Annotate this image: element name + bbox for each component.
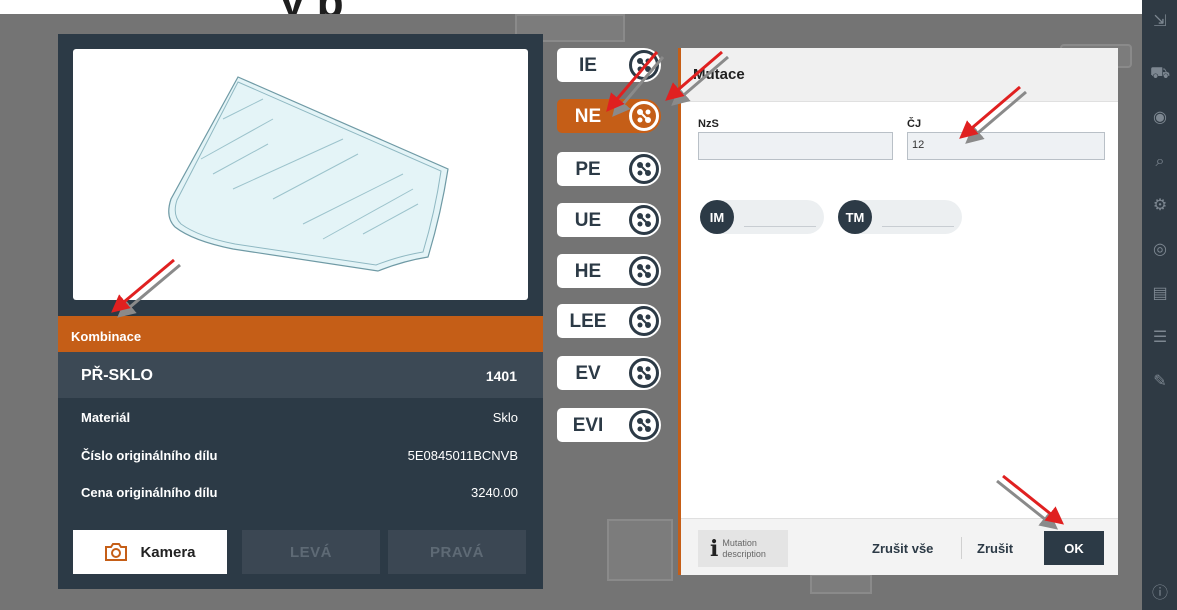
background-part <box>810 574 872 594</box>
car-icon[interactable]: ⛟ <box>1150 64 1170 84</box>
edit-icon[interactable]: ✎ <box>1150 372 1170 392</box>
tm-toggle-knob: TM <box>838 200 872 234</box>
search-icon[interactable]: ⌕ <box>1150 152 1170 172</box>
ok-button[interactable]: OK <box>1044 531 1104 565</box>
tab-ev[interactable]: EV <box>557 356 661 390</box>
mutation-description-label: Mutation description <box>722 538 766 560</box>
combination-label: Kombinace <box>58 316 543 352</box>
monitor-icon[interactable]: ▤ <box>1150 284 1170 304</box>
info-row-material: Materiál Sklo <box>81 410 518 430</box>
tab-ne[interactable]: NE <box>557 99 661 133</box>
tab-pe[interactable]: PE <box>557 152 661 186</box>
nzs-input[interactable] <box>698 132 893 160</box>
tm-toggle-line <box>882 226 954 227</box>
camera-icon <box>105 543 128 561</box>
camera-button[interactable]: Kamera <box>73 530 227 574</box>
right-toolbar: ⇲ ⛟ ◉ ⌕ ⚙ ◎ ▤ ☰ ✎ ⓘ <box>1142 0 1177 610</box>
cj-label: ČJ <box>907 118 922 130</box>
tab-label: EV <box>575 363 601 384</box>
windshield-illustration <box>168 76 449 272</box>
tab-label: EVI <box>572 415 604 436</box>
exit-icon[interactable]: ⇲ <box>1150 12 1170 32</box>
tab-label: LEE <box>569 311 607 332</box>
info-icon[interactable]: ⓘ <box>1150 584 1170 604</box>
mutation-description-line: Mutation <box>722 537 757 548</box>
im-toggle[interactable]: IM <box>700 200 824 234</box>
info-value: 5E0845011BCNVB <box>407 448 518 463</box>
part-header: PŘ-SKLO 1401 <box>58 352 543 398</box>
network-icon[interactable] <box>629 358 659 388</box>
dialog-footer: i Mutation description Zrušit vše Zrušit… <box>681 518 1118 575</box>
network-icon[interactable] <box>629 205 659 235</box>
list-icon[interactable]: ☰ <box>1150 328 1170 348</box>
info-value: 3240.00 <box>471 485 518 500</box>
network-icon[interactable] <box>629 101 659 131</box>
tab-lee[interactable]: LEE <box>557 304 661 338</box>
tab-he[interactable]: HE <box>557 254 661 288</box>
info-row-original-price: Cena originálního dílu 3240.00 <box>81 485 518 505</box>
network-icon[interactable] <box>629 256 659 286</box>
info-label: Materiál <box>81 410 131 425</box>
background-part <box>607 519 673 581</box>
settings-icon[interactable]: ⚙ <box>1150 196 1170 216</box>
top-bar: y p <box>0 0 1177 27</box>
info-row-original-number: Číslo originálního dílu 5E0845011BCNVB <box>81 448 518 468</box>
info-value: Sklo <box>492 410 518 425</box>
cancel-all-button[interactable]: Zrušit vše <box>872 541 933 556</box>
tab-label: IE <box>579 55 597 76</box>
network-icon[interactable] <box>629 410 659 440</box>
camera-button-label: Kamera <box>140 543 196 561</box>
im-toggle-line <box>744 226 816 227</box>
tab-evi[interactable]: EVI <box>557 408 661 442</box>
footer-divider <box>961 537 962 559</box>
tm-toggle[interactable]: TM <box>838 200 962 234</box>
damage-icon[interactable]: ◉ <box>1150 108 1170 128</box>
part-detail-panel: Kombinace PŘ-SKLO 1401 Materiál Sklo Čís… <box>58 34 543 589</box>
tab-label: UE <box>574 210 602 231</box>
im-toggle-knob: IM <box>700 200 734 234</box>
dialog-header: Mutace <box>681 48 1118 102</box>
info-label: Cena originálního dílu <box>81 485 218 500</box>
network-icon[interactable] <box>629 50 659 80</box>
nzs-label: NzS <box>698 118 719 130</box>
tab-label: NE <box>574 106 602 127</box>
part-name: PŘ-SKLO <box>81 367 153 384</box>
network-icon[interactable] <box>629 306 659 336</box>
tab-ue[interactable]: UE <box>557 203 661 237</box>
part-image <box>73 49 528 300</box>
mutation-description-button[interactable]: i Mutation description <box>698 530 788 567</box>
left-side-button[interactable]: LEVÁ <box>242 530 380 574</box>
network-icon[interactable] <box>629 154 659 184</box>
cj-input[interactable]: 12 <box>907 132 1105 160</box>
tab-label: HE <box>574 261 602 282</box>
info-label: Číslo originálního dílu <box>81 448 218 463</box>
tab-ie[interactable]: IE <box>557 48 661 82</box>
dialog-title: Mutace <box>693 66 745 83</box>
part-code: 1401 <box>485 368 517 384</box>
cancel-button[interactable]: Zrušit <box>977 541 1013 556</box>
info-icon: i <box>710 535 719 562</box>
camera-icon[interactable]: ◎ <box>1150 240 1170 260</box>
mutation-description-line: description <box>722 548 766 559</box>
tab-label: PE <box>575 159 601 180</box>
mutation-dialog: Mutace NzS ČJ 12 IM TM i Mutation descri… <box>678 48 1118 575</box>
right-side-button[interactable]: PRAVÁ <box>388 530 526 574</box>
